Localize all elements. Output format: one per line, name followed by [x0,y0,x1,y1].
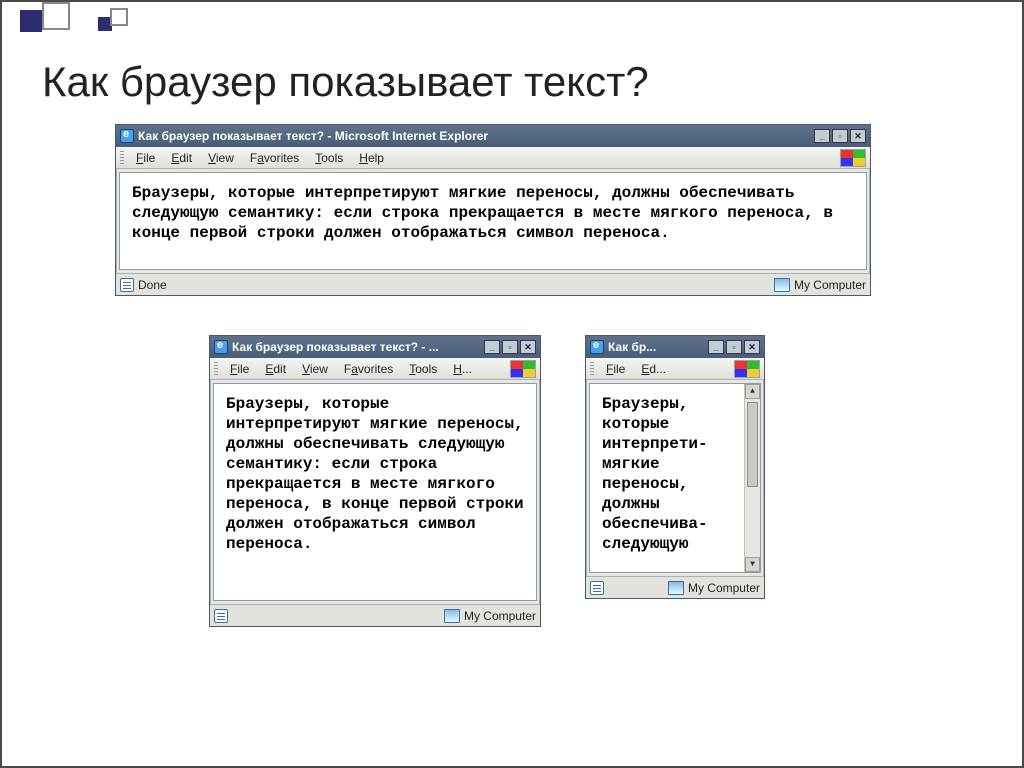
scroll-down-button[interactable]: ▼ [745,557,760,572]
menubar: File Ed... [586,358,764,380]
menubar: FFileile Edit View Favorites Tools Help [116,147,870,169]
body-text: Браузеры, которые интерпретируют мягкие … [132,184,833,242]
my-computer-icon [774,278,790,292]
menu-tools[interactable]: Tools [309,149,349,167]
close-button[interactable]: ✕ [850,129,866,143]
minimize-button[interactable]: _ [708,340,724,354]
vertical-scrollbar[interactable]: ▲ ▼ [744,384,760,572]
close-button[interactable]: ✕ [744,340,760,354]
close-button[interactable]: ✕ [520,340,536,354]
menu-view[interactable]: View [296,360,334,378]
menu-edit[interactable]: Ed... [635,360,672,378]
slide-frame: Как браузер показывает текст? Как браузе… [0,0,1024,768]
menu-favorites[interactable]: Favorites [338,360,399,378]
decoration [2,2,142,50]
ie-icon [590,340,604,354]
menu-favorites[interactable]: Favorites [244,149,305,167]
menu-edit[interactable]: Edit [165,149,198,167]
window-title: Как браузер показывает текст? - Microsof… [138,129,814,143]
statusbar: Done My Computer [116,273,870,295]
status-text: Done [138,278,167,292]
maximize-button[interactable]: ▫ [832,129,848,143]
menu-file[interactable]: File [600,360,631,378]
windows-flag-icon [734,360,760,378]
statusbar: My Computer [586,576,764,598]
ie-window-small: Как бр... _ ▫ ✕ File Ed... Браузеры, кот… [585,335,765,599]
page-content: Браузеры, которые интерпрети‑ мягкие пер… [589,383,761,573]
zone-text: My Computer [688,581,760,595]
maximize-button[interactable]: ▫ [726,340,742,354]
ie-window-medium: Как браузер показывает текст? - ... _ ▫ … [209,335,541,627]
menu-tools[interactable]: Tools [403,360,443,378]
scroll-up-button[interactable]: ▲ [745,384,760,399]
grip-icon [590,362,594,376]
windows-flag-icon [840,149,866,167]
zone-text: My Computer [464,609,536,623]
body-text: Браузеры, которые интерпретируют мягкие … [226,395,524,553]
menu-view[interactable]: View [202,149,240,167]
grip-icon [214,362,218,376]
slide-title: Как браузер показывает текст? [42,58,649,106]
window-title: Как бр... [608,340,708,354]
page-icon [214,609,228,623]
zone-text: My Computer [794,278,866,292]
scroll-thumb[interactable] [747,402,758,487]
titlebar[interactable]: Как бр... _ ▫ ✕ [586,336,764,358]
minimize-button[interactable]: _ [484,340,500,354]
menubar: File Edit View Favorites Tools H... [210,358,540,380]
ie-window-large: Как браузер показывает текст? - Microsof… [115,124,871,296]
titlebar[interactable]: Как браузер показывает текст? - Microsof… [116,125,870,147]
statusbar: My Computer [210,604,540,626]
menu-help[interactable]: H... [447,360,478,378]
my-computer-icon [444,609,460,623]
page-content: Браузеры, которые интерпретируют мягкие … [213,383,537,601]
menu-edit[interactable]: Edit [259,360,292,378]
page-content: Браузеры, которые интерпретируют мягкие … [119,172,867,270]
grip-icon [120,151,124,165]
ie-icon [214,340,228,354]
menu-file[interactable]: FFileile [130,149,161,167]
maximize-button[interactable]: ▫ [502,340,518,354]
menu-file[interactable]: File [224,360,255,378]
titlebar[interactable]: Как браузер показывает текст? - ... _ ▫ … [210,336,540,358]
ie-icon [120,129,134,143]
menu-help[interactable]: Help [353,149,390,167]
page-icon [590,581,604,595]
my-computer-icon [668,581,684,595]
minimize-button[interactable]: _ [814,129,830,143]
body-text: Браузеры, которые интерпрети‑ мягкие пер… [602,395,708,553]
windows-flag-icon [510,360,536,378]
page-icon [120,278,134,292]
window-title: Как браузер показывает текст? - ... [232,340,484,354]
